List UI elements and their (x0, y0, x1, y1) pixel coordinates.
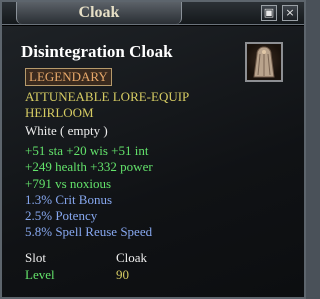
slot-value: Cloak (116, 250, 148, 265)
rarity-badge: LEGENDARY (25, 68, 112, 86)
slot-label: Slot (25, 250, 46, 265)
modifier-line: 5.8% Spell Reuse Speed (25, 224, 153, 239)
close-button[interactable]: × (282, 5, 298, 21)
item-tooltip-window: Cloak ▣ × Disintegration Cloak LEGENDARY… (0, 0, 306, 299)
cloak-icon (245, 42, 283, 82)
adornment-slot: White ( empty ) (25, 123, 108, 138)
item-flags-line: ATTUNEABLE LORE-EQUIP (25, 89, 190, 104)
level-value: 90 (116, 267, 129, 282)
modifier-line: 2.5% Potency (25, 208, 98, 223)
tooltip-body: Disintegration Cloak LEGENDARY ATTUNEABL… (2, 26, 304, 297)
item-flags-line: HEIRLOOM (25, 105, 94, 120)
modifier-line: 1.3% Crit Bonus (25, 192, 113, 207)
options-button[interactable]: ▣ (261, 5, 277, 21)
stat-line: +791 vs noxious (25, 176, 112, 191)
window-title: Cloak (16, 2, 182, 24)
stat-line: +249 health +332 power (25, 159, 153, 174)
item-name: Disintegration Cloak (21, 42, 173, 61)
level-label: Level (25, 267, 55, 282)
title-bar[interactable]: Cloak ▣ × (2, 2, 304, 25)
stat-line: +51 sta +20 wis +51 int (25, 143, 149, 158)
